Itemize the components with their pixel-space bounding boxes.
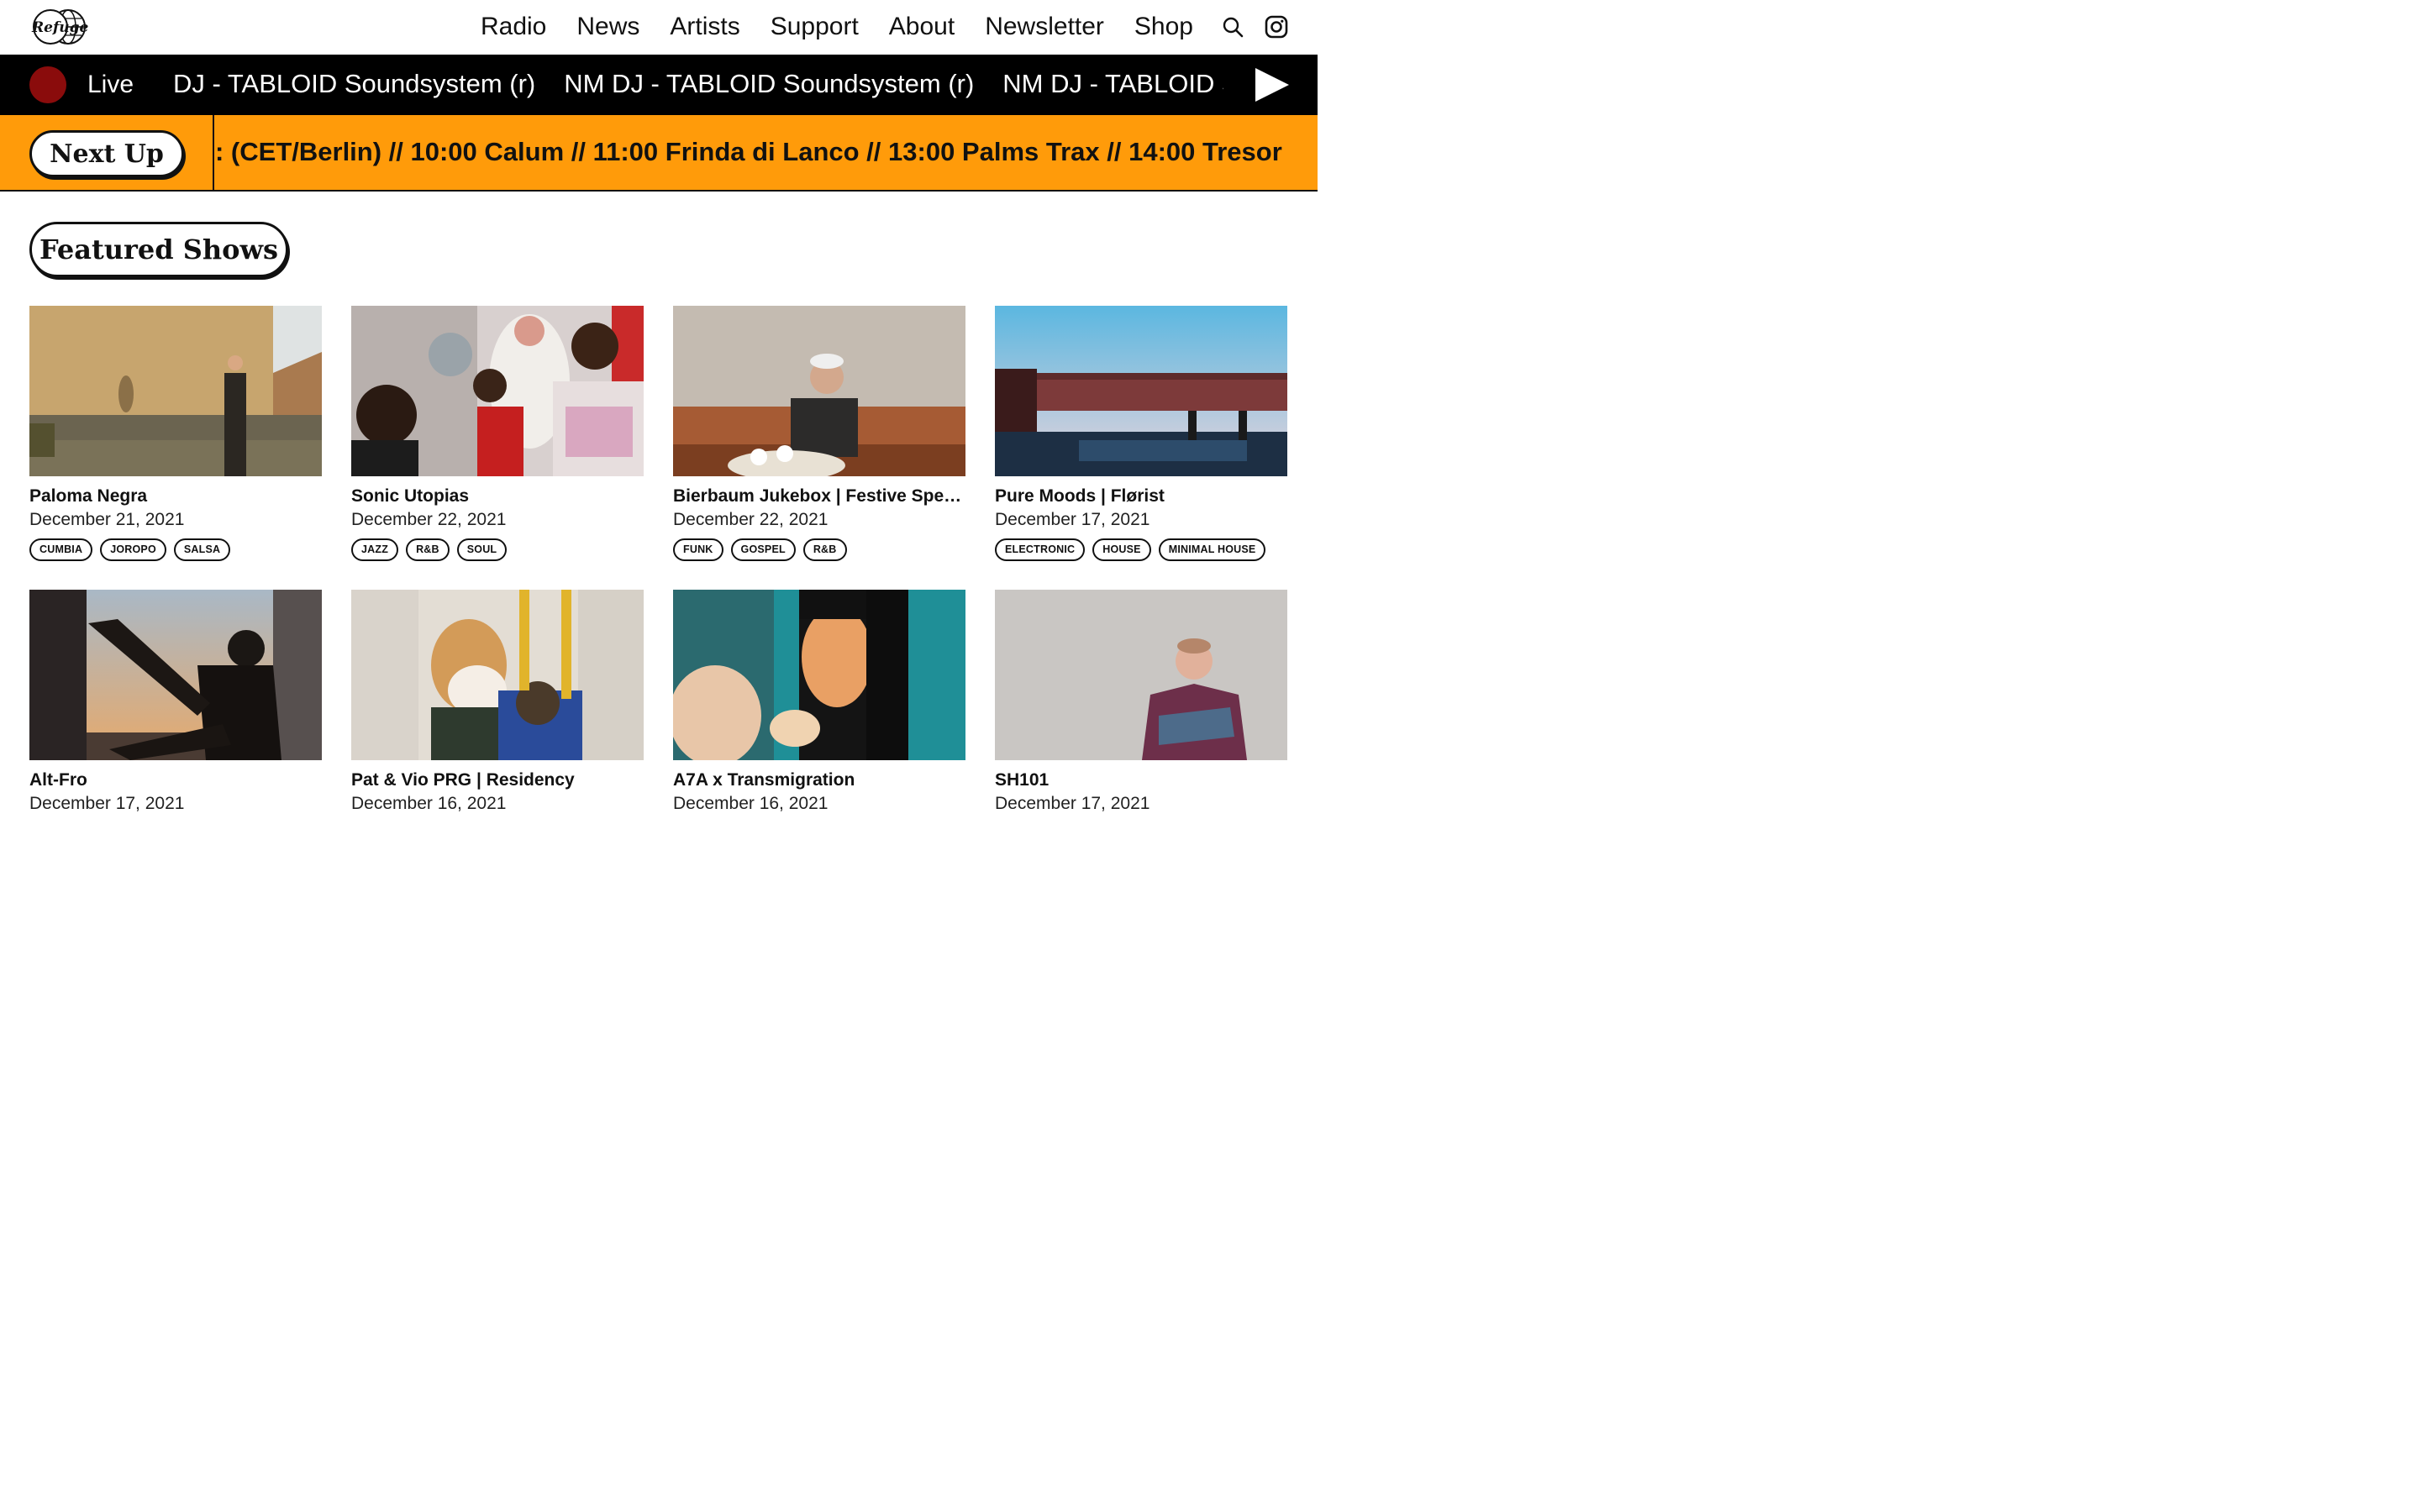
genre-tags: FUNK GOSPEL R&B (673, 538, 965, 561)
genre-tag[interactable]: SOUL (456, 538, 508, 561)
show-card[interactable]: Sonic Utopias December 22, 2021 JAZZ R&B… (351, 306, 644, 590)
next-up-divider (213, 115, 214, 190)
show-thumbnail[interactable] (351, 306, 644, 476)
show-date: December 22, 2021 (351, 510, 507, 529)
schedule-text: : (CET/Berlin) // 10:00 Calum // 11:00 F… (215, 137, 1282, 166)
genre-tag[interactable]: CUMBIA (29, 538, 93, 561)
live-label: Live (87, 71, 134, 98)
show-card[interactable]: Paloma Negra December 21, 2021 CUMBIA JO… (29, 306, 322, 590)
nav-news[interactable]: News (576, 8, 639, 45)
show-date: December 22, 2021 (673, 510, 829, 529)
live-player-bar: Live DJ - TABLOID Soundsystem (r) NM DJ -… (0, 55, 1318, 115)
genre-tag[interactable]: R&B (406, 538, 450, 561)
show-date: December 16, 2021 (673, 794, 829, 813)
genre-tag[interactable]: SALSA (173, 538, 231, 561)
genre-tag[interactable]: MINIMAL HOUSE (1158, 538, 1266, 561)
now-playing-ticker: DJ - TABLOID Soundsystem (r) NM DJ - TABL… (173, 55, 1223, 115)
show-date: December 17, 2021 (29, 794, 185, 813)
refuge-logo[interactable]: Refuge (29, 8, 89, 46)
show-title[interactable]: Pat & Vio PRG | Residency (351, 769, 644, 791)
show-card[interactable]: A7A x Transmigration December 16, 2021 (673, 590, 965, 874)
live-indicator-dot (29, 66, 66, 103)
schedule-ticker: : (CET/Berlin) // 10:00 Calum // 11:00 F… (215, 115, 1318, 190)
show-thumbnail[interactable] (995, 306, 1287, 476)
genre-tag[interactable]: JAZZ (351, 538, 399, 561)
show-card[interactable]: Pure Moods | Flørist December 17, 2021 E… (995, 306, 1287, 590)
show-title[interactable]: Pure Moods | Flørist (995, 486, 1287, 507)
show-thumbnail[interactable] (673, 590, 965, 760)
nav-radio[interactable]: Radio (481, 8, 546, 45)
show-date: December 21, 2021 (29, 510, 185, 529)
nav-newsletter[interactable]: Newsletter (985, 8, 1104, 45)
search-icon[interactable] (1221, 15, 1244, 39)
show-date: December 17, 2021 (995, 794, 1150, 813)
show-title[interactable]: Paloma Negra (29, 486, 322, 507)
show-date: December 17, 2021 (995, 510, 1150, 529)
show-card[interactable]: SH101 December 17, 2021 (995, 590, 1287, 874)
next-up-bar: Next Up : (CET/Berlin) // 10:00 Calum //… (0, 115, 1318, 192)
nav-about[interactable]: About (889, 8, 955, 45)
main-nav: Radio News Artists Support About Newslet… (481, 8, 1193, 45)
show-title[interactable]: Bierbaum Jukebox | Festive Speci... (673, 486, 965, 507)
show-date: December 16, 2021 (351, 794, 507, 813)
genre-tag[interactable]: HOUSE (1092, 538, 1151, 561)
genre-tags: JAZZ R&B SOUL (351, 538, 644, 561)
show-card[interactable]: Alt-Fro December 17, 2021 (29, 590, 322, 874)
now-playing-item: NM DJ - TABLOID Sou (1002, 69, 1223, 98)
nav-artists[interactable]: Artists (670, 8, 739, 45)
show-thumbnail[interactable] (673, 306, 965, 476)
instagram-icon[interactable] (1265, 15, 1288, 39)
featured-shows-heading: Featured Shows (29, 222, 288, 277)
genre-tags: CUMBIA JOROPO SALSA (29, 538, 322, 561)
now-playing-item: NM DJ - TABLOID Soundsystem (r) (564, 69, 975, 98)
featured-shows-grid: Paloma Negra December 21, 2021 CUMBIA JO… (29, 306, 1289, 874)
show-title[interactable]: SH101 (995, 769, 1287, 791)
show-title[interactable]: Sonic Utopias (351, 486, 644, 507)
genre-tags: ELECTRONIC HOUSE MINIMAL HOUSE (995, 538, 1287, 561)
genre-tag[interactable]: FUNK (673, 538, 723, 561)
site-header: Refuge Radio News Artists Support About … (0, 0, 1318, 55)
show-thumbnail[interactable] (995, 590, 1287, 760)
genre-tag[interactable]: ELECTRONIC (995, 538, 1086, 561)
genre-tag[interactable]: R&B (802, 538, 847, 561)
play-icon[interactable] (1255, 68, 1289, 102)
show-title[interactable]: A7A x Transmigration (673, 769, 965, 791)
logo-wordmark: Refuge (31, 19, 89, 36)
next-up-label: Next Up (29, 130, 184, 177)
show-card[interactable]: Bierbaum Jukebox | Festive Speci... Dece… (673, 306, 965, 590)
show-thumbnail[interactable] (351, 590, 644, 760)
genre-tag[interactable]: JOROPO (100, 538, 166, 561)
show-card[interactable]: Pat & Vio PRG | Residency December 16, 2… (351, 590, 644, 874)
now-playing-item: DJ - TABLOID Soundsystem (r) (173, 69, 536, 98)
show-thumbnail[interactable] (29, 306, 322, 476)
show-thumbnail[interactable] (29, 590, 322, 760)
nav-shop[interactable]: Shop (1134, 8, 1193, 45)
nav-support[interactable]: Support (771, 8, 859, 45)
show-title[interactable]: Alt-Fro (29, 769, 322, 791)
genre-tag[interactable]: GOSPEL (730, 538, 796, 561)
